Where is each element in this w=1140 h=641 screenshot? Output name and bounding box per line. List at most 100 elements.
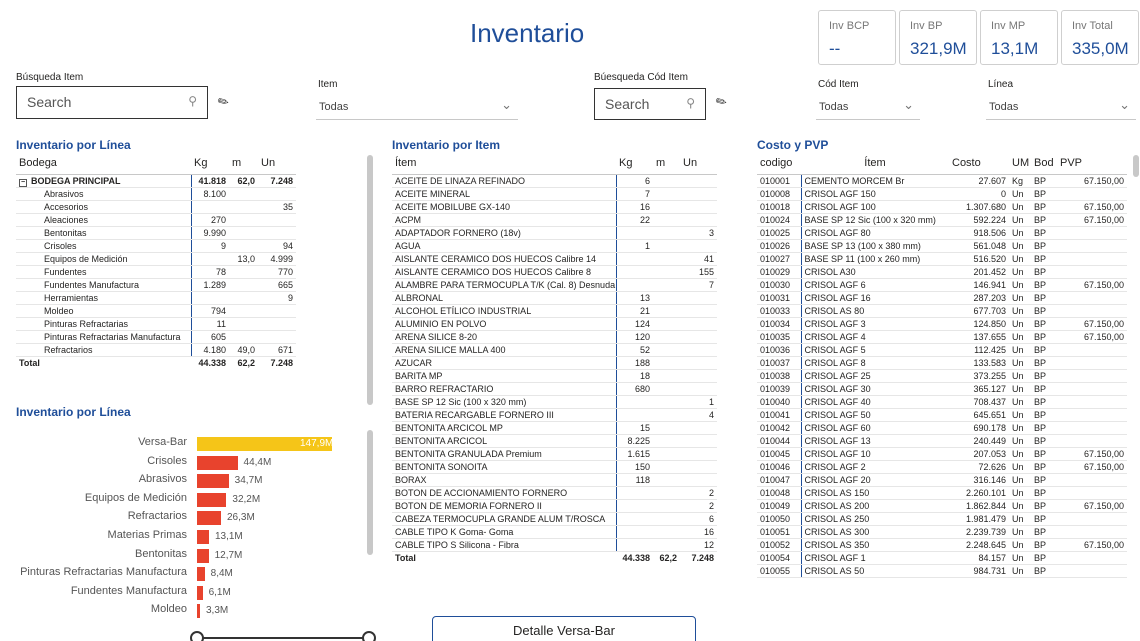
table-row[interactable]: BORAX 118 — [392, 473, 717, 487]
table-row[interactable]: BENTONITA ARCICOL 8.225 — [392, 434, 717, 448]
table-row[interactable]: Fundentes Manufactura 1.289 665 — [16, 278, 296, 292]
table-row[interactable]: 010055 CRISOL AS 50 984.731 Un BP — [757, 564, 1127, 578]
table-row[interactable]: 010037 CRISOL AGF 8 133.583 Un BP — [757, 356, 1127, 370]
table-row[interactable]: Aleaciones 270 — [16, 213, 296, 227]
table-row[interactable]: 010034 CRISOL AGF 3 124.850 Un BP 67.150,00 — [757, 317, 1127, 331]
eraser-icon[interactable]: ✎ — [215, 92, 232, 111]
eraser-icon[interactable]: ✎ — [713, 92, 730, 111]
table-row[interactable]: Fundentes 78 770 — [16, 265, 296, 279]
table-row[interactable]: 010029 CRISOL A30 201.452 Un BP — [757, 265, 1127, 279]
table-row[interactable]: ALBRONAL 13 — [392, 291, 717, 305]
column-header[interactable]: Ítem — [392, 152, 616, 175]
item-dropdown[interactable]: Todas ⌄ — [316, 94, 518, 120]
table-row-parent[interactable]: − BODEGA PRINCIPAL 41.818 62,0 7.248 — [16, 174, 296, 188]
table-row[interactable]: 010018 CRISOL AGF 100 1.307.680 Un BP 67.150,… — [757, 200, 1127, 214]
table-row[interactable]: BATERIA RECARGABLE FORNERO III 4 — [392, 408, 717, 422]
bar-mark[interactable] — [197, 530, 209, 544]
table-row[interactable]: ALUMINIO EN POLVO 124 — [392, 317, 717, 331]
table-row[interactable]: Pinturas Refractarias Manufactura 605 — [16, 330, 296, 344]
table-row[interactable]: 010038 CRISOL AGF 25 373.255 Un BP — [757, 369, 1127, 383]
table-row[interactable]: 010008 CRISOL AGF 150 0 Un BP — [757, 187, 1127, 201]
table-row[interactable]: ARENA SILICE 8-20 120 — [392, 330, 717, 344]
table-row[interactable]: CABLE TIPO K Goma- Goma 16 — [392, 525, 717, 539]
table-row[interactable]: 010048 CRISOL AS 150 2.260.101 Un BP — [757, 486, 1127, 500]
column-header[interactable]: Un — [680, 152, 717, 175]
column-header[interactable]: Ítem — [801, 152, 949, 175]
table-row[interactable]: CABEZA TERMOCUPLA GRANDE ALUM T/ROSCA 6 — [392, 512, 717, 526]
table-row[interactable]: Crisoles 9 94 — [16, 239, 296, 253]
table-row[interactable]: AGUA 1 — [392, 239, 717, 253]
table-row[interactable]: 010042 CRISOL AGF 60 690.178 Un BP — [757, 421, 1127, 435]
table-row[interactable]: AZUCAR 188 — [392, 356, 717, 370]
table-row[interactable]: ACEITE MINERAL 7 — [392, 187, 717, 201]
table-row[interactable]: Accesorios 35 — [16, 200, 296, 214]
kpi-card-inv-mp[interactable]: Inv MP 13,1M — [980, 10, 1058, 65]
table-row[interactable]: BARITA MP 18 — [392, 369, 717, 383]
table-row[interactable]: Refractarios 4.180 49,0 671 — [16, 343, 296, 357]
table-row[interactable]: ALAMBRE PARA TERMOCUPLA T/K (Cal. 8) Des… — [392, 278, 717, 292]
chart-slider-handle-right[interactable] — [362, 631, 376, 641]
table-row[interactable]: 010054 CRISOL AGF 1 84.157 Un BP — [757, 551, 1127, 565]
table-row[interactable]: ACEITE DE LINAZA REFINADO 6 — [392, 174, 717, 188]
table-row[interactable]: 010052 CRISOL AS 350 2.248.645 Un BP 67.150,0… — [757, 538, 1127, 552]
table-row[interactable]: BARRO REFRACTARIO 680 — [392, 382, 717, 396]
table-row[interactable]: AISLANTE CERAMICO DOS HUECOS Calibre 8 15… — [392, 265, 717, 279]
scrollbar[interactable] — [367, 430, 373, 555]
column-header[interactable]: Costo — [949, 152, 1009, 175]
column-header[interactable]: PVP — [1057, 152, 1127, 175]
table-row[interactable]: 010030 CRISOL AGF 6 146.941 Un BP 67.150,00 — [757, 278, 1127, 292]
table-row[interactable]: ADAPTADOR FORNERO (18v) 3 — [392, 226, 717, 240]
table-row[interactable]: Herramientas 9 — [16, 291, 296, 305]
table-row[interactable]: 010047 CRISOL AGF 20 316.146 Un BP — [757, 473, 1127, 487]
linea-dropdown[interactable]: Todas ⌄ — [986, 94, 1136, 120]
column-header[interactable]: Un — [258, 152, 296, 175]
column-header[interactable]: Bodega — [16, 152, 191, 175]
table-row[interactable]: Equipos de Medición 13,0 4.999 — [16, 252, 296, 266]
column-header[interactable]: UM — [1009, 152, 1031, 175]
table-row[interactable]: 010031 CRISOL AGF 16 287.203 Un BP — [757, 291, 1127, 305]
table-row[interactable]: BENTONITA ARCICOL MP 15 — [392, 421, 717, 435]
table-row[interactable]: 010050 CRISOL AS 250 1.981.479 Un BP — [757, 512, 1127, 526]
table-row[interactable]: 010049 CRISOL AS 200 1.862.844 Un BP 67.150,0… — [757, 499, 1127, 513]
table-row[interactable]: 010001 CEMENTO MORCEM Br 27.607 Kg BP 67.150,… — [757, 174, 1127, 188]
table-row[interactable]: 010040 CRISOL AGF 40 708.437 Un BP — [757, 395, 1127, 409]
table-row[interactable]: 010035 CRISOL AGF 4 137.655 Un BP 67.150,00 — [757, 330, 1127, 344]
table-row[interactable]: Pinturas Refractarias 11 — [16, 317, 296, 331]
collapse-icon[interactable]: − — [19, 178, 27, 186]
table-row[interactable]: Bentonitas 9.990 — [16, 226, 296, 240]
kpi-card-inv-total[interactable]: Inv Total 335,0M — [1061, 10, 1139, 65]
bar-mark[interactable] — [197, 511, 221, 526]
table-row[interactable]: BENTONITA GRANULADA Premium 1.615 — [392, 447, 717, 461]
table-row[interactable]: 010045 CRISOL AGF 10 207.053 Un BP 67.150,00 — [757, 447, 1127, 461]
table-row[interactable]: 010044 CRISOL AGF 13 240.449 Un BP — [757, 434, 1127, 448]
column-header[interactable]: codigo — [757, 152, 801, 175]
scrollbar[interactable] — [1133, 155, 1139, 177]
table-row[interactable]: 010027 BASE SP 11 (100 x 260 mm) 516.520 Un… — [757, 252, 1127, 266]
table-row[interactable]: 010036 CRISOL AGF 5 112.425 Un BP — [757, 343, 1127, 357]
table-row[interactable]: Moldeo 794 — [16, 304, 296, 318]
column-header[interactable]: Bod — [1031, 152, 1057, 175]
table-row[interactable]: 010026 BASE SP 13 (100 x 380 mm) 561.048 Un… — [757, 239, 1127, 253]
detalle-versa-bar-button[interactable]: Detalle Versa-Bar — [432, 616, 696, 641]
table-row[interactable]: AISLANTE CERAMICO DOS HUECOS Calibre 14 4… — [392, 252, 717, 266]
table-row[interactable]: ACEITE MOBILUBE GX-140 16 — [392, 200, 717, 214]
chart-slider-track[interactable] — [196, 637, 372, 639]
table-row[interactable]: ARENA SILICE MALLA 400 52 — [392, 343, 717, 357]
kpi-card-inv-bcp[interactable]: Inv BCP -- — [818, 10, 896, 65]
table-row[interactable]: Abrasivos 8.100 — [16, 187, 296, 201]
bar-mark[interactable] — [197, 455, 238, 470]
scrollbar[interactable] — [367, 155, 373, 405]
table-row[interactable]: 010033 CRISOL AS 80 677.703 Un BP — [757, 304, 1127, 318]
bar-mark[interactable] — [197, 492, 227, 507]
column-header[interactable]: m — [653, 152, 680, 175]
bar-mark[interactable] — [197, 474, 229, 489]
bar-mark[interactable] — [197, 548, 209, 563]
table-row[interactable]: CABLE TIPO S Silicona - Fibra 12 — [392, 538, 717, 552]
table-row[interactable]: BOTON DE ACCIONAMIENTO FORNERO 2 — [392, 486, 717, 500]
search-cod-item-input[interactable]: Search ⚲ — [594, 88, 706, 120]
bar-mark[interactable] — [197, 585, 203, 600]
column-header[interactable]: m — [229, 152, 258, 175]
table-row[interactable]: 010039 CRISOL AGF 30 365.127 Un BP — [757, 382, 1127, 396]
table-row[interactable]: BOTON DE MEMORIA FORNERO II 2 — [392, 499, 717, 513]
search-item-input[interactable]: Search ⚲ — [16, 86, 208, 119]
